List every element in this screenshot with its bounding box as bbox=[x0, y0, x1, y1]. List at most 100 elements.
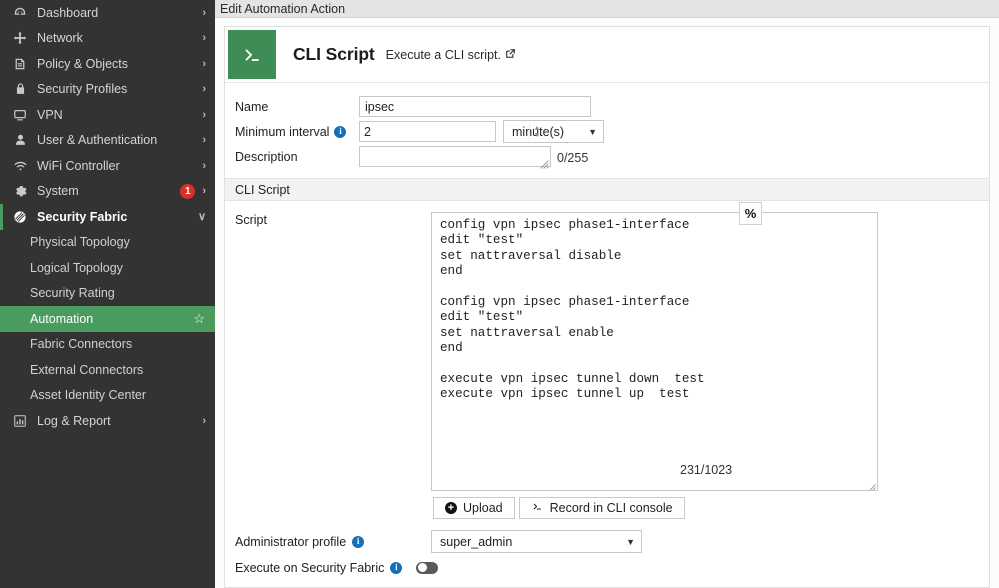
administrator-profile-row: Administrator profile i super_admin ▼ bbox=[225, 529, 989, 554]
sidebar-item-log-report[interactable]: Log & Report › bbox=[0, 408, 215, 434]
application-window: Dashboard › Network › Policy & Objects ›… bbox=[0, 0, 999, 588]
sidebar-item-label: Log & Report bbox=[37, 413, 111, 428]
execute-on-security-fabric-toggle[interactable] bbox=[416, 561, 439, 574]
gear-icon bbox=[10, 184, 30, 198]
sidebar-item-dashboard[interactable]: Dashboard › bbox=[0, 0, 215, 26]
main-navigation-sidebar: Dashboard › Network › Policy & Objects ›… bbox=[0, 0, 215, 588]
minimum-interval-input[interactable] bbox=[360, 122, 529, 141]
sidebar-subitem-label: Physical Topology bbox=[30, 235, 130, 250]
action-header-text: CLI Script Execute a CLI script. bbox=[276, 27, 516, 82]
sidebar-subitem-label: Automation bbox=[30, 311, 94, 326]
sidebar-item-system[interactable]: System 1 › bbox=[0, 179, 215, 205]
sidebar-item-label: Dashboard bbox=[37, 5, 99, 20]
script-textarea[interactable]: config vpn ipsec phase1-interface edit "… bbox=[431, 212, 878, 491]
sidebar-item-label: Security Fabric bbox=[37, 209, 128, 224]
sidebar-item-security-profiles[interactable]: Security Profiles › bbox=[0, 77, 215, 103]
description-label: Description bbox=[235, 149, 298, 164]
chevron-right-icon: › bbox=[202, 414, 206, 427]
script-action-buttons: + Upload Record in CLI console bbox=[433, 497, 878, 519]
sidebar-item-label: VPN bbox=[37, 107, 63, 122]
chevron-right-icon: › bbox=[202, 6, 206, 19]
action-title: CLI Script bbox=[293, 44, 375, 64]
name-row: Name bbox=[225, 94, 989, 119]
info-icon[interactable]: i bbox=[334, 125, 347, 138]
script-character-counter: 231/1023 bbox=[680, 463, 733, 477]
policy-icon bbox=[10, 57, 30, 71]
chevron-right-icon: › bbox=[202, 32, 206, 45]
upload-button[interactable]: + Upload bbox=[433, 497, 515, 519]
sidebar-item-label: Security Profiles bbox=[37, 82, 128, 97]
network-icon bbox=[10, 31, 30, 45]
sidebar-subitem-label: Logical Topology bbox=[30, 260, 123, 275]
action-subtitle-text: Execute a CLI script. bbox=[385, 47, 501, 62]
cli-script-section-header: CLI Script bbox=[225, 178, 989, 201]
sidebar-item-wifi-controller[interactable]: WiFi Controller › bbox=[0, 153, 215, 179]
record-in-cli-console-button[interactable]: Record in CLI console bbox=[518, 497, 685, 519]
sidebar-subitem-logical-topology[interactable]: Logical Topology bbox=[0, 255, 215, 281]
name-input[interactable] bbox=[359, 96, 591, 117]
record-button-label: Record in CLI console bbox=[549, 501, 673, 515]
execute-on-security-fabric-row: Execute on Security Fabric i bbox=[225, 555, 989, 580]
sidebar-subitem-physical-topology[interactable]: Physical Topology bbox=[0, 230, 215, 256]
monitor-icon bbox=[10, 108, 30, 122]
sidebar-item-policy-objects[interactable]: Policy & Objects › bbox=[0, 51, 215, 77]
sidebar-subitem-label: Asset Identity Center bbox=[30, 388, 147, 403]
administrator-profile-value: super_admin bbox=[440, 534, 513, 549]
sidebar-item-label: WiFi Controller bbox=[37, 158, 120, 173]
sidebar-subitem-label: External Connectors bbox=[30, 362, 144, 377]
toggle-knob bbox=[418, 563, 428, 572]
sidebar-subitem-automation[interactable]: Automation ☆ bbox=[0, 306, 215, 332]
favorite-star-icon[interactable]: ☆ bbox=[193, 311, 205, 327]
cli-script-section-title: CLI Script bbox=[235, 182, 290, 197]
variables-percent-button[interactable]: % bbox=[739, 202, 762, 225]
chevron-right-icon: › bbox=[202, 57, 206, 70]
edit-automation-action-panel: CLI Script Execute a CLI script. Name ip… bbox=[224, 26, 990, 588]
execute-on-security-fabric-label: Execute on Security Fabric i bbox=[235, 561, 439, 575]
script-row: Script config vpn ipsec phase1-interface… bbox=[225, 201, 989, 519]
script-label: Script bbox=[235, 213, 267, 227]
cli-prompt-icon bbox=[531, 501, 544, 515]
lock-icon bbox=[10, 82, 30, 96]
chevron-down-icon: ▼ bbox=[588, 126, 597, 137]
resize-grip-icon bbox=[540, 156, 549, 169]
sidebar-item-vpn[interactable]: VPN › bbox=[0, 102, 215, 128]
minimum-interval-label: Minimum interval i bbox=[235, 125, 359, 139]
administrator-profile-label: Administrator profile i bbox=[235, 535, 431, 549]
administrator-profile-select[interactable]: super_admin ▼ bbox=[431, 530, 642, 553]
description-row: Description 0/255 bbox=[225, 144, 989, 169]
plus-circle-icon: + bbox=[445, 502, 457, 514]
sidebar-subitem-label: Fabric Connectors bbox=[30, 337, 133, 352]
sidebar-subitem-external-connectors[interactable]: External Connectors bbox=[0, 357, 215, 383]
status-badge: 1 bbox=[180, 183, 196, 199]
chevron-right-icon: › bbox=[202, 159, 206, 172]
sidebar-item-network[interactable]: Network › bbox=[0, 26, 215, 52]
sidebar-subitem-security-rating[interactable]: Security Rating bbox=[0, 281, 215, 307]
info-icon[interactable]: i bbox=[390, 561, 403, 574]
wifi-icon bbox=[10, 159, 30, 173]
sidebar-item-security-fabric[interactable]: Security Fabric ∨ bbox=[0, 204, 215, 230]
cli-prompt-icon bbox=[228, 30, 276, 79]
description-input[interactable] bbox=[359, 146, 551, 169]
script-content: config vpn ipsec phase1-interface edit "… bbox=[440, 218, 705, 402]
spinner-arrows-icon[interactable]: ▲ ▼ bbox=[529, 122, 544, 141]
sidebar-item-label: System bbox=[37, 184, 79, 199]
resize-grip-icon bbox=[867, 480, 876, 490]
sidebar-subitem-asset-identity-center[interactable]: Asset Identity Center bbox=[0, 383, 215, 409]
action-form: Name Minimum interval i ▲▼ bbox=[225, 83, 989, 169]
user-icon bbox=[10, 133, 30, 147]
description-counter: 0/255 bbox=[557, 151, 589, 165]
chart-icon bbox=[10, 414, 30, 428]
external-link-icon[interactable] bbox=[505, 48, 516, 62]
name-label: Name bbox=[235, 99, 269, 114]
info-icon[interactable]: i bbox=[352, 535, 365, 548]
chevron-right-icon: › bbox=[202, 134, 206, 147]
page-title: Edit Automation Action bbox=[220, 1, 346, 16]
chevron-down-icon: ∨ bbox=[197, 211, 206, 224]
minimum-interval-row: Minimum interval i ▲▼ minute(s) ▼ bbox=[225, 119, 989, 144]
sidebar-subitem-fabric-connectors[interactable]: Fabric Connectors bbox=[0, 332, 215, 358]
action-header: CLI Script Execute a CLI script. bbox=[225, 27, 989, 83]
chevron-right-icon: › bbox=[202, 185, 206, 198]
minimum-interval-stepper[interactable]: ▲▼ bbox=[359, 121, 540, 142]
variables-button-label: % bbox=[744, 206, 757, 221]
sidebar-item-user-authentication[interactable]: User & Authentication › bbox=[0, 128, 215, 154]
